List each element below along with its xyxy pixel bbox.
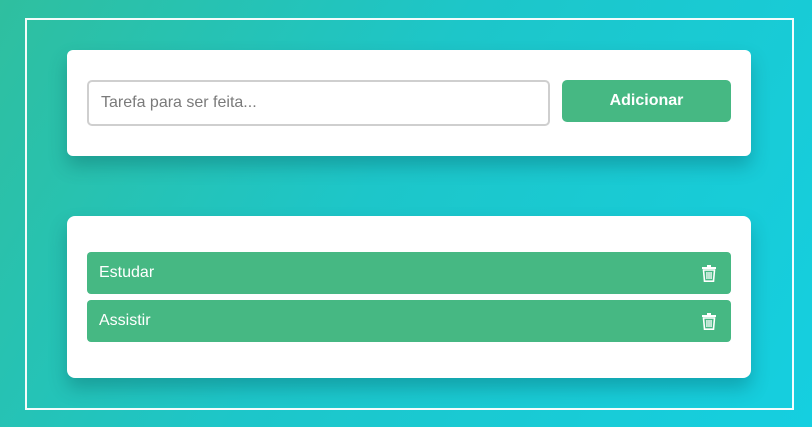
task-list-card: Estudar Assistir: [67, 216, 751, 378]
new-task-input[interactable]: [87, 80, 550, 126]
task-label: Assistir: [99, 312, 151, 329]
trash-icon[interactable]: [699, 310, 719, 332]
task-label: Estudar: [99, 264, 155, 281]
add-task-button[interactable]: Adicionar: [562, 80, 731, 122]
new-task-card: Adicionar: [67, 50, 751, 156]
task-list: Estudar Assistir: [87, 252, 731, 348]
trash-icon[interactable]: [699, 262, 719, 284]
task-item: Estudar: [87, 252, 731, 294]
task-item: Assistir: [87, 300, 731, 342]
